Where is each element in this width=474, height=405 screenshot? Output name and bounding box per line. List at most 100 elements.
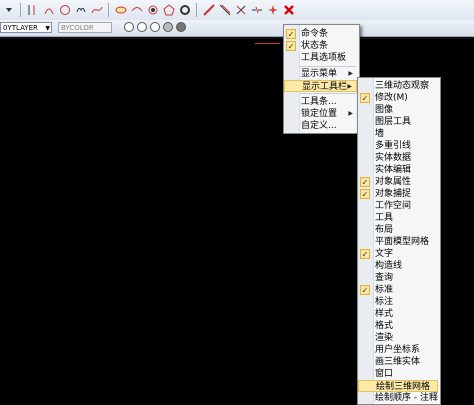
menu2-item[interactable]: 实体数据 [358, 152, 438, 164]
polygon-icon[interactable] [162, 3, 175, 16]
check-icon: ✓ [360, 285, 370, 295]
menu2-item[interactable]: 标注 [358, 296, 438, 308]
trim-icon[interactable] [202, 3, 215, 16]
menu-item-label: 工具条... [301, 97, 337, 107]
construction-line-icon[interactable] [26, 3, 39, 16]
menu2-item[interactable]: 工作空间 [358, 200, 438, 212]
arc-icon[interactable] [42, 3, 55, 16]
menu-item-label: 文字 [375, 249, 394, 259]
menu-item-label: 对象属性 [375, 177, 412, 187]
layer-value: 0YTLAYER [3, 24, 38, 32]
menu-item-label: 多重引线 [375, 141, 412, 151]
break-icon[interactable] [250, 3, 263, 16]
scissors-icon[interactable] [234, 3, 247, 16]
menu-item-label: 渲染 [375, 333, 394, 343]
menu1-item[interactable]: 锁定位置 ▶ [284, 108, 357, 120]
chevron-down-icon[interactable]: ▼ [45, 23, 50, 34]
menu2-item[interactable]: 样式 [358, 308, 438, 320]
menu1-item[interactable]: 自定义... [284, 120, 357, 132]
menu2-item[interactable]: 三维动态观察 [358, 80, 438, 92]
menu-item-label: 命令条 [301, 29, 329, 39]
toolbars-submenu: 三维动态观察 ✓ 修改(M) 图像 图层工具墙多重引线实体数据实体编辑 ✓ 对象属性 ✓ 对象捕… [357, 77, 441, 405]
toolbar-separator [20, 3, 21, 17]
menu-item-label: 图层工具 [375, 117, 412, 127]
menu2-item[interactable]: 渲染 [358, 332, 438, 344]
erase-icon[interactable] [282, 3, 295, 16]
menu-item-label: 标注 [375, 297, 394, 307]
menu-item-label: 实体编辑 [375, 165, 412, 175]
properties-toolbar: 0YTLAYER ▼ BYCOLOR [0, 20, 474, 37]
menu1-item[interactable]: 工具条... [284, 96, 357, 108]
menu-item-label: 工具 [375, 213, 394, 223]
extend-icon[interactable] [218, 3, 231, 16]
menu2-item[interactable]: 画三维实体 [358, 356, 438, 368]
circle-radio-icon[interactable] [124, 22, 134, 32]
menu1-item[interactable]: 显示菜单 ▶ [284, 68, 357, 80]
check-icon: ✓ [360, 177, 370, 187]
menu2-item[interactable]: 实体编辑 [358, 164, 438, 176]
menu2-item[interactable]: ✓ 对象属性 [358, 176, 438, 188]
dropdown-arrow-icon[interactable] [2, 3, 15, 16]
menu2-item[interactable]: ✓ 修改(M) [358, 92, 438, 104]
menu2-item[interactable]: ✓ 标准 [358, 284, 438, 296]
menu2-item[interactable]: 绘制三维网格 [358, 380, 438, 392]
revision-cloud-icon[interactable] [74, 3, 87, 16]
menu2-item[interactable]: 用户坐标系 [358, 344, 438, 356]
color-dropdown[interactable]: BYCOLOR [58, 22, 112, 33]
menu2-item[interactable]: 多重引线 [358, 140, 438, 152]
menu2-item[interactable]: 绘制顺序 - 注释 [358, 392, 438, 404]
submenu-arrow-icon: ▶ [348, 110, 353, 117]
menu-item-label: 格式 [375, 321, 394, 331]
menu1-item[interactable]: ✓ 命令条 [284, 28, 357, 40]
menu2-item[interactable]: ✓ 对象捕捉 [358, 188, 438, 200]
draw-toolbar [0, 0, 474, 21]
layer-dropdown[interactable]: 0YTLAYER ▼ [0, 22, 52, 33]
menu-item-label: 工具选项板 [301, 53, 347, 63]
menu2-item[interactable]: 格式 [358, 320, 438, 332]
toolbar-separator [196, 3, 197, 17]
explode-icon[interactable] [266, 3, 279, 16]
menu2-item[interactable]: 平面模型网格 [358, 236, 438, 248]
check-icon: ✓ [286, 29, 296, 39]
spline-icon[interactable] [90, 3, 103, 16]
menu-item-label: 工作空间 [375, 201, 412, 211]
menu-item-label: 平面模型网格 [375, 237, 430, 247]
circle-icon[interactable] [58, 3, 71, 16]
menu1-item[interactable]: 显示工具栏 ▶ [284, 80, 357, 92]
circle-check-icon[interactable] [137, 22, 147, 32]
menu-item-label: 样式 [375, 309, 394, 319]
menu2-item[interactable]: 图像 [358, 104, 438, 116]
menu2-item[interactable]: ✓ 文字 [358, 248, 438, 260]
menu-item-label: 显示菜单 [301, 69, 338, 79]
menu-item-label: 用户坐标系 [375, 345, 421, 355]
menu2-item[interactable]: 窗口 [358, 368, 438, 380]
point-icon[interactable] [146, 3, 159, 16]
menu-item-label: 三维动态观察 [375, 81, 430, 91]
circle-filled-icon[interactable] [176, 22, 186, 32]
menu-item-label: 显示工具栏 [302, 82, 348, 92]
submenu-arrow-icon: ▶ [348, 70, 353, 77]
menu-item-label: 窗口 [375, 369, 394, 379]
drawing-line [255, 43, 280, 44]
menu2-item[interactable]: 图层工具 [358, 116, 438, 128]
menu2-item[interactable]: 查询 [358, 272, 438, 284]
menu-item-label: 实体数据 [375, 153, 412, 163]
check-icon: ✓ [360, 189, 370, 199]
menu-item-label: 自定义... [301, 121, 337, 131]
menu-item-label: 构造线 [375, 261, 403, 271]
ellipse-icon[interactable] [114, 3, 127, 16]
menu2-item[interactable]: 工具 [358, 212, 438, 224]
menu2-item[interactable]: 构造线 [358, 260, 438, 272]
menu2-item[interactable]: 布局 [358, 224, 438, 236]
menu-separator [300, 93, 357, 94]
circle-shaded-icon[interactable] [163, 22, 173, 32]
donut-icon[interactable] [178, 3, 191, 16]
color-value: BYCOLOR [61, 24, 94, 32]
menu2-item[interactable]: 墙 [358, 128, 438, 140]
menu1-item[interactable]: 工具选项板 [284, 52, 357, 64]
menu-separator [300, 66, 357, 67]
ellipse-arc-icon[interactable] [130, 3, 143, 16]
menu-item-label: 对象捕捉 [375, 189, 412, 199]
menu1-item[interactable]: ✓ 状态条 [284, 40, 357, 52]
circle-slash-icon[interactable] [150, 22, 160, 32]
